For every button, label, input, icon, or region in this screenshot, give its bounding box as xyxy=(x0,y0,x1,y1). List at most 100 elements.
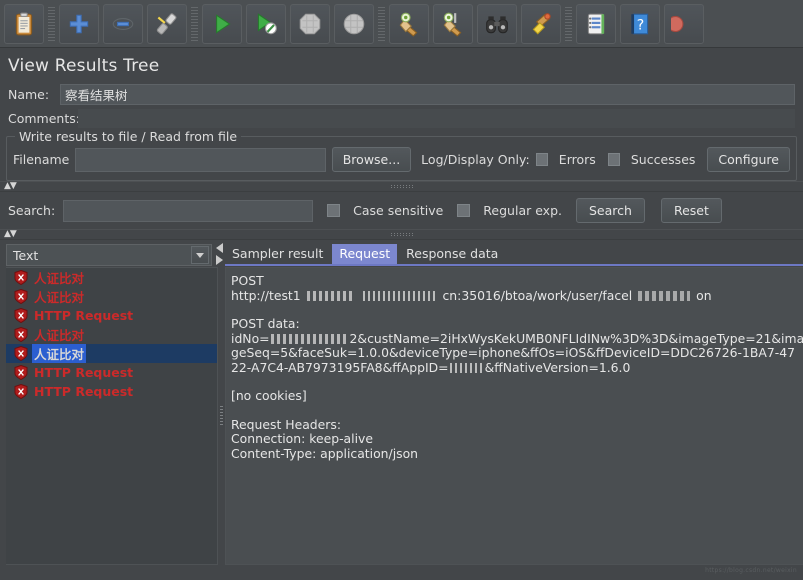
reset-search-button[interactable] xyxy=(521,4,561,44)
renderer-selected-value: Text xyxy=(13,248,191,263)
watermark: https://blog.csdn.net/weixin xyxy=(705,567,797,574)
search-button[interactable] xyxy=(477,4,517,44)
search-input[interactable] xyxy=(63,200,313,222)
error-shield-icon xyxy=(14,270,28,285)
clipboard-icon xyxy=(11,11,37,37)
search-row: Search: Case sensitive Regular exp. Sear… xyxy=(0,192,803,229)
shutdown-icon xyxy=(341,11,367,37)
list-item[interactable]: 人证比对 xyxy=(6,325,217,344)
case-sensitive-checkbox[interactable] xyxy=(327,204,340,217)
successes-checkbox[interactable] xyxy=(608,153,620,166)
toolbar-separator xyxy=(378,7,385,41)
chevron-down-icon[interactable] xyxy=(191,246,209,264)
vertical-splitter[interactable] xyxy=(218,267,225,565)
list-item[interactable]: HTTP Request xyxy=(6,363,217,382)
tree-item-row-selected[interactable]: 人证比对 xyxy=(6,344,217,363)
tree-item-label: HTTP Request xyxy=(32,308,135,323)
post-data-line-3: 22-A7C4-AB7973195FA8&ffAppID=&ffNativeVe… xyxy=(231,361,803,376)
redacted-segment xyxy=(638,291,690,301)
header-connection: Connection: keep-alive xyxy=(231,432,803,447)
extra-button[interactable] xyxy=(664,4,704,44)
errors-checkbox[interactable] xyxy=(536,153,548,166)
clear-all-button[interactable] xyxy=(433,4,473,44)
splitter-arrows[interactable]: ▲▼ xyxy=(4,230,16,239)
error-shield-icon xyxy=(14,365,28,380)
reset-button[interactable]: Reset xyxy=(661,198,722,223)
splitter-arrows[interactable]: ▲▼ xyxy=(4,182,16,191)
scroll-left-icon[interactable] xyxy=(216,243,223,253)
help-icon: ? xyxy=(627,11,653,37)
renderer-select[interactable]: Text xyxy=(6,244,212,266)
list-item[interactable]: 人证比对 xyxy=(6,344,217,363)
tree-item-row[interactable]: 人证比对 xyxy=(6,287,217,306)
render-and-tabs: Text Sampler result Request Response dat… xyxy=(0,240,803,266)
post-data-label: POST data: xyxy=(231,317,803,332)
tree-item-row[interactable]: 人证比对 xyxy=(6,325,217,344)
search-label: Search: xyxy=(8,203,55,218)
toggle-icon[interactable] xyxy=(147,4,187,44)
tree-item-row[interactable]: HTTP Request xyxy=(6,306,217,325)
stop-button[interactable] xyxy=(290,4,330,44)
error-shield-icon xyxy=(14,384,28,399)
svg-text:?: ? xyxy=(637,17,644,33)
name-input[interactable] xyxy=(60,84,795,105)
tree-item-row[interactable]: HTTP Request xyxy=(6,363,217,382)
tree-item-row[interactable]: 人证比对 xyxy=(6,268,217,287)
list-item[interactable]: 人证比对 xyxy=(6,268,217,287)
request-url-middle: cn:35016/btoa/work/user/facel xyxy=(443,288,633,303)
request-url-suffix: on xyxy=(696,288,711,303)
filename-input[interactable] xyxy=(75,148,325,172)
filename-label: Filename xyxy=(13,152,69,167)
page-title: View Results Tree xyxy=(0,48,803,82)
request-method: POST xyxy=(231,274,803,289)
help-button[interactable]: ? xyxy=(620,4,660,44)
search-button-action[interactable]: Search xyxy=(576,198,645,223)
broom-yellow-icon xyxy=(528,11,554,37)
error-shield-icon xyxy=(14,308,28,323)
tab-sampler-result[interactable]: Sampler result xyxy=(225,244,330,264)
splitter-top[interactable]: ▲▼ xyxy=(0,181,803,192)
error-shield-icon xyxy=(14,346,28,361)
clear-button[interactable] xyxy=(389,4,429,44)
redacted-segment xyxy=(307,291,355,301)
redacted-idno xyxy=(271,334,349,344)
start-button[interactable] xyxy=(202,4,242,44)
request-url-prefix: http://test1 xyxy=(231,288,301,303)
tab-response-data[interactable]: Response data xyxy=(399,244,505,264)
shutdown-button[interactable] xyxy=(334,4,374,44)
scroll-right-icon[interactable] xyxy=(216,255,223,265)
results-tree[interactable]: 人证比对 人证比对 HTTP Request xyxy=(6,267,218,565)
remove-icon[interactable] xyxy=(103,4,143,44)
list-item[interactable]: HTTP Request xyxy=(6,382,217,401)
name-row: Name: xyxy=(0,82,803,107)
tree-item-label: 人证比对 xyxy=(32,344,86,363)
start-no-timers-button[interactable] xyxy=(246,4,286,44)
add-icon[interactable] xyxy=(59,4,99,44)
error-shield-icon xyxy=(14,327,28,342)
minus-icon xyxy=(110,11,136,37)
write-results-groupbox: Write results to file / Read from file F… xyxy=(6,136,797,181)
browse-button[interactable]: Browse... xyxy=(332,147,411,172)
tree-item-row[interactable]: HTTP Request xyxy=(6,382,217,401)
splitter-grip xyxy=(391,184,413,189)
post-data-prefix: idNo= xyxy=(231,331,270,346)
comments-row: Comments: xyxy=(0,107,803,130)
tree-item-label: 人证比对 xyxy=(32,268,86,287)
tree-item-label: 人证比对 xyxy=(32,287,86,306)
log-display-only-label: Log/Display Only: xyxy=(421,152,530,167)
list-item[interactable]: 人证比对 xyxy=(6,287,217,306)
binoculars-icon xyxy=(484,11,510,37)
new-clipboard-icon[interactable] xyxy=(4,4,44,44)
tab-request[interactable]: Request xyxy=(332,244,397,264)
tab-scroll-arrows[interactable] xyxy=(216,243,223,265)
post-data-line3-tail: &ffNativeVersion=1.6.0 xyxy=(485,360,631,375)
splitter-middle[interactable]: ▲▼ xyxy=(0,229,803,240)
function-helper-button[interactable] xyxy=(576,4,616,44)
comments-input[interactable] xyxy=(78,109,795,128)
request-content-pane[interactable]: POST http://test1 cn:35016/btoa/work/use… xyxy=(225,267,803,565)
stop-icon xyxy=(297,11,323,37)
list-item[interactable]: HTTP Request xyxy=(6,306,217,325)
configure-button[interactable]: Configure xyxy=(707,147,790,172)
broom-green-icon xyxy=(396,11,422,37)
regular-exp-checkbox[interactable] xyxy=(457,204,470,217)
